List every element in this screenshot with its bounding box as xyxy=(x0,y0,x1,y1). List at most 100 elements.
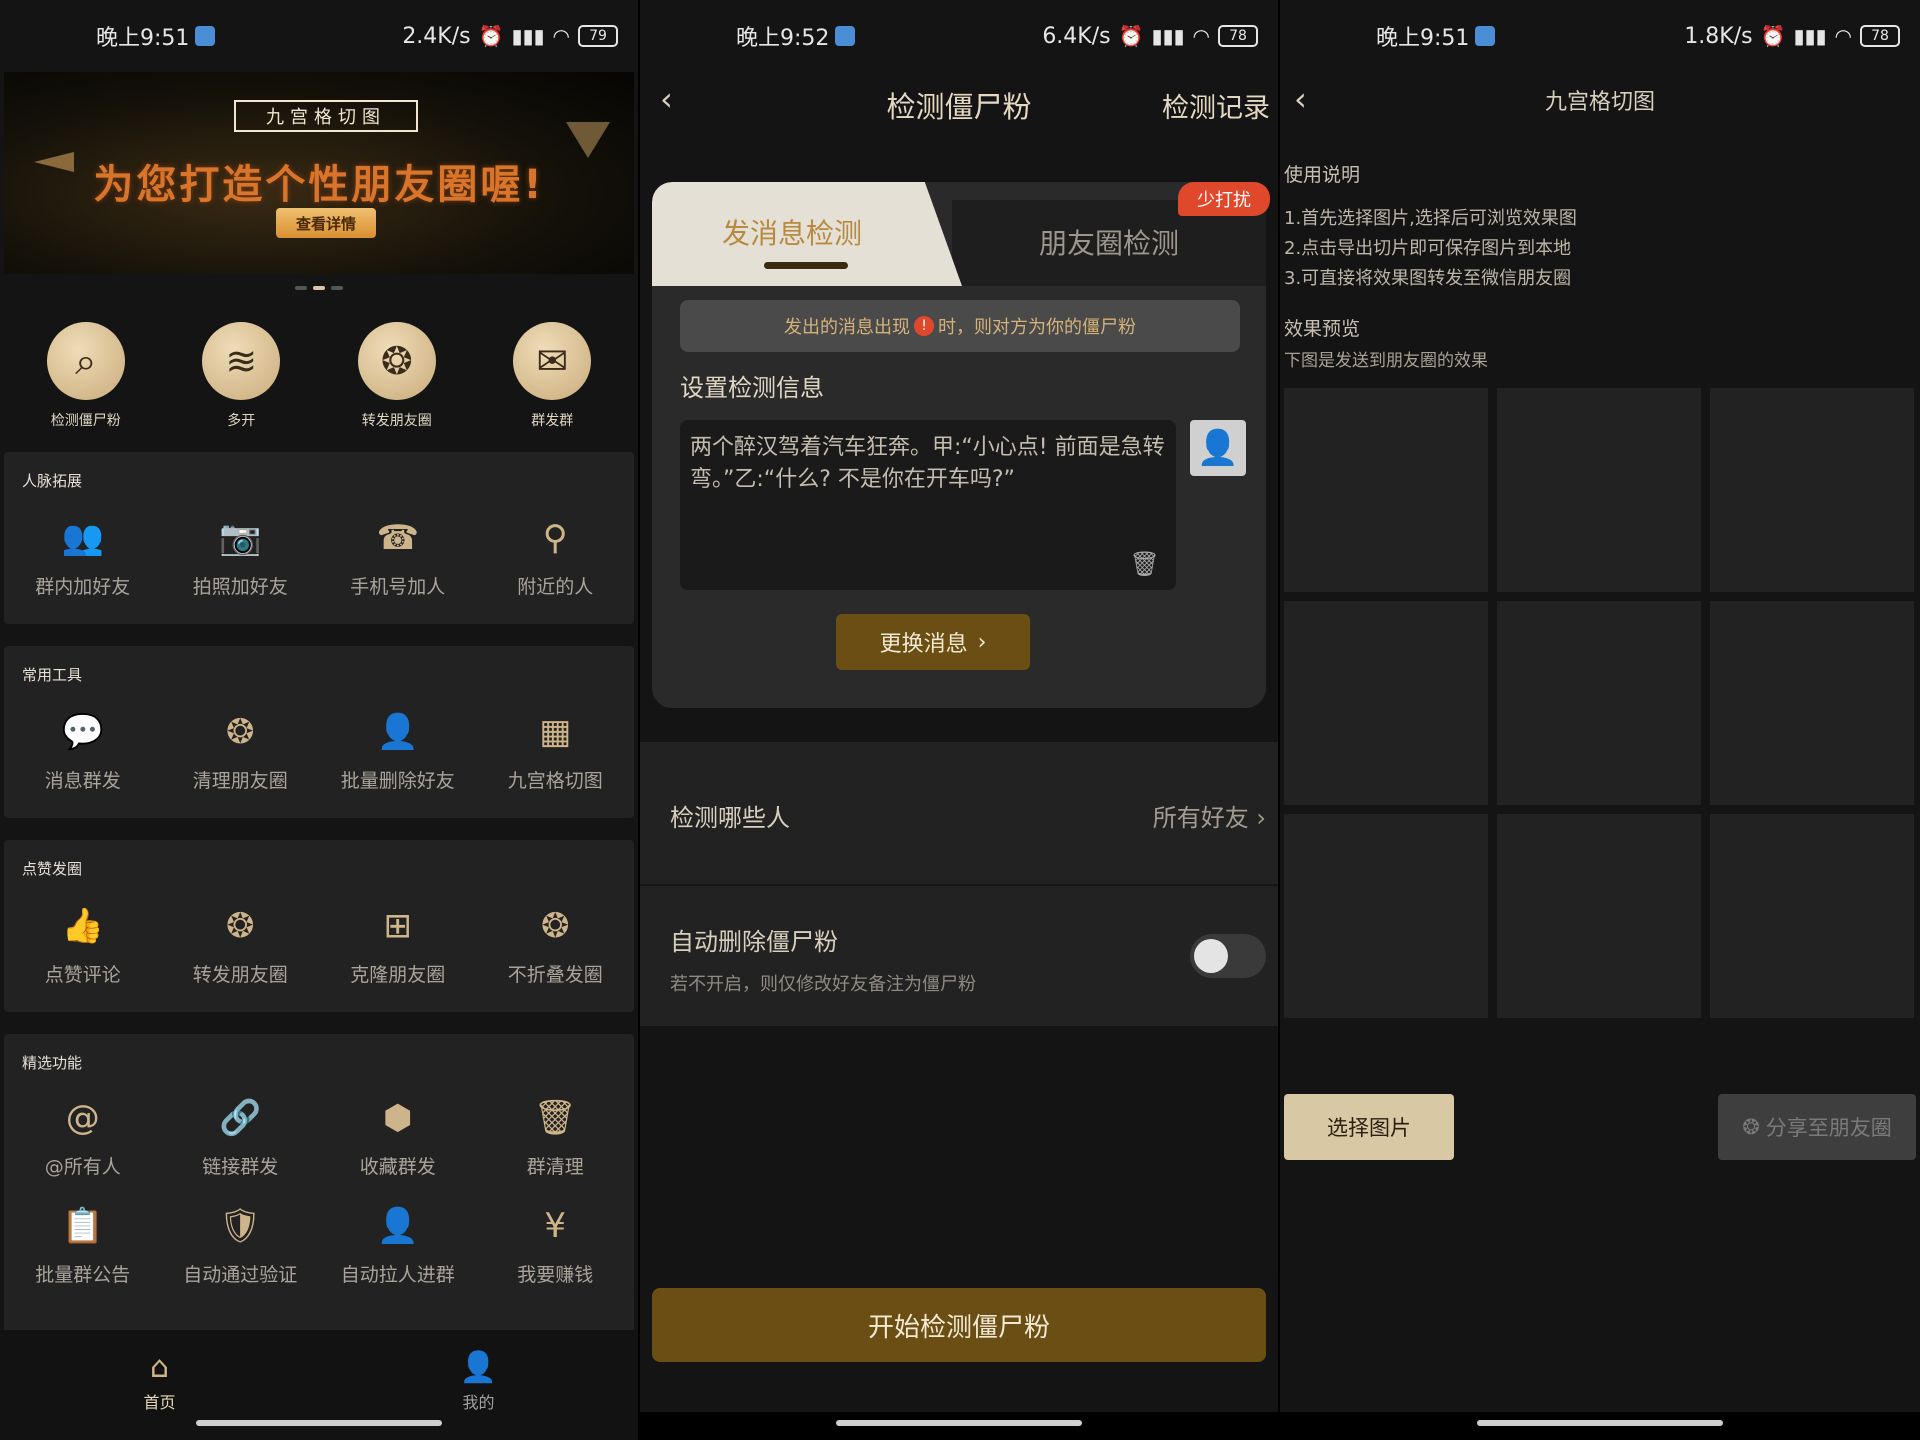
share-moments-button[interactable]: ❂ 分享至朋友圈 xyxy=(1718,1094,1916,1160)
avatar-placeholder-icon[interactable]: 👤 xyxy=(1190,420,1246,476)
tool-earn-money[interactable]: ¥ 我要赚钱 xyxy=(477,1202,635,1287)
home-indicator xyxy=(196,1420,442,1426)
detect-target-value: 所有好友 › xyxy=(1152,804,1266,832)
status-time: 晚上9:52 xyxy=(736,26,830,51)
aperture-icon: ❂ xyxy=(357,322,436,400)
tool-at-all[interactable]: @ @所有人 xyxy=(4,1094,162,1179)
swap-message-button[interactable]: 更换消息 › xyxy=(836,614,1030,670)
aperture-icon: ❂ xyxy=(226,906,255,946)
grid-cell xyxy=(1710,814,1914,1018)
group-users-icon: 👥 xyxy=(61,518,104,558)
start-detect-button[interactable]: 开始检测僵尸粉 xyxy=(652,1288,1266,1362)
preview-title: 效果预览 xyxy=(1284,318,1361,340)
tool-message-broadcast[interactable]: 💬 消息群发 xyxy=(4,708,162,793)
tool-batch-group-notice[interactable]: 📋 批量群公告 xyxy=(4,1202,162,1287)
tool-like-comment[interactable]: 👍 点赞评论 xyxy=(4,902,162,987)
trash-icon[interactable]: 🗑 xyxy=(1130,548,1160,580)
chevron-right-icon: › xyxy=(1256,804,1266,832)
promo-banner[interactable]: 九宫格切图 为您打造个性朋友圈喔! 查看详情 xyxy=(4,72,634,274)
nine-grid-screen: 晚上9:51 1.8K/s ⏰ ▮▮▮ ◠ 78 ‹ 九宫格切图 使用说明 1.… xyxy=(1280,0,1920,1440)
status-bar: 晚上9:51 1.8K/s ⏰ ▮▮▮ ◠ 78 xyxy=(1280,0,1920,72)
tool-clean-moments[interactable]: ❂ 清理朋友圈 xyxy=(162,708,320,793)
shield-check-icon: 🛡 xyxy=(218,1206,262,1246)
magnifier-pulse-icon: ⌕ xyxy=(46,322,125,400)
detect-record-link[interactable]: 检测记录 xyxy=(1162,86,1270,125)
select-image-button[interactable]: 选择图片 xyxy=(1284,1094,1454,1160)
quick-group-broadcast[interactable]: ✉ 群发群 xyxy=(482,322,622,430)
trash-icon: 🗑 xyxy=(533,1098,577,1138)
wifi-icon: ◠ xyxy=(1192,24,1210,48)
grid-cell xyxy=(1710,388,1914,592)
notice-icon: 📋 xyxy=(61,1206,104,1246)
quick-multi-open[interactable]: ≋ 多开 xyxy=(171,322,311,430)
tool-nine-grid[interactable]: ▦ 九宫格切图 xyxy=(477,708,635,793)
tool-link-broadcast[interactable]: 🔗 链接群发 xyxy=(162,1094,320,1179)
tool-favorites-broadcast[interactable]: ⬢ 收藏群发 xyxy=(319,1094,477,1179)
grid-cell xyxy=(1284,601,1488,805)
signal-icon: ▮▮▮ xyxy=(1151,24,1185,48)
location-pin-icon: ⚲ xyxy=(542,518,568,558)
banner-tag: 九宫格切图 xyxy=(234,100,418,132)
system-bottom-bar xyxy=(1280,1412,1920,1440)
tool-group-add-friends[interactable]: 👥 群内加好友 xyxy=(4,514,162,599)
network-speed: 6.4K/s xyxy=(1042,23,1111,49)
thumbs-up-icon: 👍 xyxy=(61,906,104,946)
signal-icon: ▮▮▮ xyxy=(511,24,545,48)
page-title: 九宫格切图 xyxy=(1544,90,1655,115)
detect-zombie-screen: 晚上9:52 6.4K/s ⏰ ▮▮▮ ◠ 78 ‹ 检测僵尸粉 检测记录 少打… xyxy=(640,0,1278,1440)
chat-bubbles-icon: 💬 xyxy=(61,712,104,752)
detect-tabs: 朋友圈检测 发消息检测 xyxy=(652,182,1266,286)
network-speed: 2.4K/s xyxy=(402,23,471,49)
toggle-knob xyxy=(1194,939,1228,973)
layers-icon: ≋ xyxy=(202,322,281,400)
aperture-icon: ❂ xyxy=(541,906,570,946)
box-icon: ⬢ xyxy=(382,1098,413,1138)
home-indicator xyxy=(1477,1420,1723,1426)
tab-underline xyxy=(764,262,848,269)
section-title: 人脉拓展 xyxy=(22,472,83,490)
tool-group-clean[interactable]: 🗑 群清理 xyxy=(477,1094,635,1179)
usage-step: 1.首先选择图片,选择后可浏览效果图 xyxy=(1284,208,1577,229)
auto-delete-hint: 若不开启，则仅修改好友备注为僵尸粉 xyxy=(670,974,976,995)
grid-cell xyxy=(1497,814,1701,1018)
message-textarea[interactable]: 两个醉汉驾着汽车狂奔。甲:“小心点! 前面是急转弯。”乙:“什么? 不是你在开车… xyxy=(680,420,1176,590)
wifi-icon: ◠ xyxy=(1834,24,1852,48)
tab-message-detect[interactable]: 发消息检测 xyxy=(652,182,962,286)
detect-target-row[interactable]: 检测哪些人 所有好友 › xyxy=(640,742,1278,884)
money-bag-icon: ¥ xyxy=(544,1206,567,1246)
preview-subtitle: 下图是发送到朋友圈的效果 xyxy=(1284,351,1488,371)
home-screen: 晚上9:51 2.4K/s ⏰ ▮▮▮ ◠ 79 九宫格切图 为您打造个性朋友圈… xyxy=(0,0,638,1440)
banner-details-button[interactable]: 查看详情 xyxy=(276,208,376,238)
status-time: 晚上9:51 xyxy=(96,26,190,51)
less-disturb-badge: 少打扰 xyxy=(1178,182,1270,216)
signal-icon: ▮▮▮ xyxy=(1793,24,1827,48)
tool-batch-delete-friends[interactable]: 👤 批量删除好友 xyxy=(319,708,477,793)
message-text: 两个醉汉驾着汽车狂奔。甲:“小心点! 前面是急转弯。”乙:“什么? 不是你在开车… xyxy=(690,435,1165,492)
aperture-icon: ❂ xyxy=(226,712,255,752)
section-title: 点赞发圈 xyxy=(22,860,83,878)
alarm-icon: ⏰ xyxy=(1118,24,1144,48)
tool-clone-moments[interactable]: ⊞ 克隆朋友圈 xyxy=(319,902,477,987)
envelope-icon: ✉ xyxy=(513,322,592,400)
home-icon: ⌂ xyxy=(149,1350,170,1385)
tool-phone-add[interactable]: ☎ 手机号加人 xyxy=(319,514,477,599)
nine-grid-preview xyxy=(1284,388,1914,1018)
quick-forward-moments[interactable]: ❂ 转发朋友圈 xyxy=(327,322,467,430)
tool-nearby-people[interactable]: ⚲ 附近的人 xyxy=(477,514,635,599)
clone-plus-icon: ⊞ xyxy=(383,906,413,946)
grid-cell xyxy=(1284,388,1488,592)
profile-icon: 👤 xyxy=(459,1350,498,1385)
nav-bar: ‹ 九宫格切图 xyxy=(1280,72,1920,132)
tool-photo-add-friends[interactable]: 📷 拍照加好友 xyxy=(162,514,320,599)
tool-forward-moments[interactable]: ❂ 转发朋友圈 xyxy=(162,902,320,987)
tool-auto-accept[interactable]: 🛡 自动通过验证 xyxy=(162,1202,320,1287)
tool-no-fold-post[interactable]: ❂ 不折叠发圈 xyxy=(477,902,635,987)
auto-delete-toggle[interactable] xyxy=(1190,934,1266,978)
section-likes-posts: 点赞发圈 👍 点赞评论 ❂ 转发朋友圈 ⊞ 克隆朋友圈 ❂ 不折叠发圈 xyxy=(4,840,634,1012)
quick-detect-zombie[interactable]: ⌕ 检测僵尸粉 xyxy=(16,322,156,430)
quick-actions: ⌕ 检测僵尸粉 ≋ 多开 ❂ 转发朋友圈 ✉ 群发群 xyxy=(0,322,638,430)
tool-auto-invite[interactable]: 👤 自动拉人进群 xyxy=(319,1202,477,1287)
banner-slogan: 为您打造个性朋友圈喔! xyxy=(93,162,545,208)
system-bottom-bar xyxy=(640,1412,1278,1440)
battery-icon: 78 xyxy=(1218,25,1258,47)
